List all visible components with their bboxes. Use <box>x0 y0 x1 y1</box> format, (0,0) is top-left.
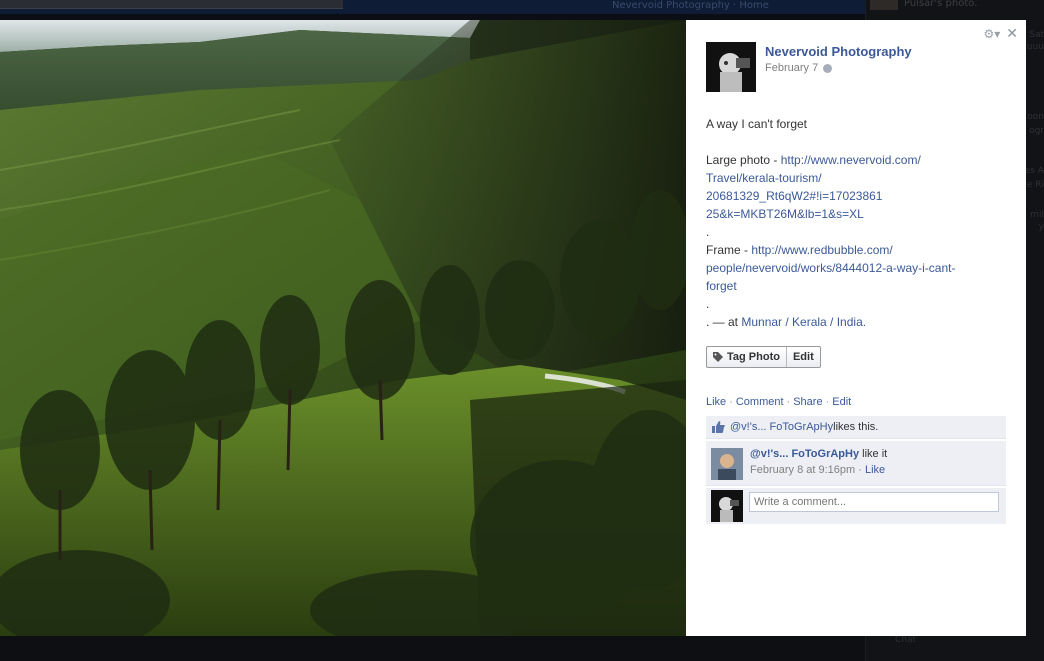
large-photo-label: Large photo - <box>706 153 781 167</box>
edit-button[interactable]: Edit <box>785 347 820 367</box>
comment-author-line: @v!'s... FoToGrApHy like it <box>750 448 887 460</box>
background-fragment: oon <box>1027 112 1044 122</box>
caption-line: 20681329_Rt6qW2#!i=17023861 <box>706 187 996 205</box>
large-photo-link-cont[interactable]: 20681329_Rt6qW2#!i=17023861 <box>706 189 882 203</box>
separator: · <box>855 464 865 476</box>
post-actions: Like · Comment · Share · Edit <box>706 396 851 408</box>
background-fragment: es A <box>1024 166 1044 176</box>
comment-meta: February 8 at 9:16pm · Like <box>750 464 885 476</box>
commenter-avatar[interactable] <box>711 448 743 480</box>
background-ticker-text: Pulsar's photo. <box>904 0 978 9</box>
background-fragment: uuu <box>1026 42 1044 52</box>
comment-text: like it <box>859 448 888 460</box>
panel-tools: ⚙▾ ✕ <box>983 26 1018 42</box>
close-icon[interactable]: ✕ <box>1006 26 1018 42</box>
background-fragment: y <box>1038 222 1044 232</box>
tag-photo-button[interactable]: Tag Photo <box>707 347 786 367</box>
comment-item: @v!'s... FoToGrApHy like it February 8 a… <box>706 441 1006 486</box>
comment-like-link[interactable]: Like <box>865 464 885 476</box>
caption-line: Travel/kerala-tourism/ <box>706 169 996 187</box>
edit-link[interactable]: Edit <box>832 396 851 408</box>
comment-input[interactable] <box>749 492 999 512</box>
landscape-photo <box>0 20 686 636</box>
photo-viewer-image[interactable] <box>0 20 686 636</box>
edit-label: Edit <box>792 351 814 363</box>
caption-title: A way I can't forget <box>706 117 808 131</box>
likes-suffix: likes this. <box>833 421 879 433</box>
caption-line: forget <box>706 277 996 295</box>
frame-label: Frame - <box>706 243 752 257</box>
share-link[interactable]: Share <box>793 396 822 408</box>
separator: · <box>729 396 733 408</box>
caption-blank <box>706 133 996 151</box>
background-fragment: mil <box>1030 210 1044 220</box>
post-date[interactable]: February 7 <box>765 62 818 74</box>
background-search-bar <box>0 0 343 9</box>
large-photo-link[interactable]: http://www.nevervoid.com/ <box>781 153 921 167</box>
location-link[interactable]: Munnar / Kerala / India. <box>741 315 866 329</box>
photo-caption: A way I can't forget Large photo - http:… <box>706 115 996 331</box>
viewer-avatar-image <box>711 490 743 522</box>
photo-detail-panel: ⚙▾ ✕ Nevervoid Photography February 7 A … <box>686 20 1026 636</box>
location-prefix: . — at <box>706 315 742 329</box>
likes-summary: @v!'s... FoToGrApHy likes this. <box>706 416 1006 439</box>
caption-frame-line: Frame - http://www.redbubble.com/ <box>706 241 996 259</box>
photo-buttons: Tag Photo Edit <box>706 346 821 368</box>
frame-link-cont[interactable]: forget <box>706 279 737 293</box>
viewer-avatar <box>711 490 743 522</box>
frame-link-cont[interactable]: people/nevervoid/works/8444012-a-way-i-c… <box>706 261 955 275</box>
background-chat-text: Chat <box>895 635 917 645</box>
tag-photo-label: Tag Photo <box>727 351 780 363</box>
post-meta: February 7 <box>765 62 833 74</box>
comment-time[interactable]: February 8 at 9:16pm <box>750 464 855 476</box>
background-fragment: e Ri <box>1026 180 1044 190</box>
caption-dot: . <box>706 297 710 311</box>
separator: · <box>786 396 791 408</box>
large-photo-link-cont[interactable]: 25&k=MKBT26M&lb=1&s=XL <box>706 207 864 221</box>
comment-author-link[interactable]: @v!'s... FoToGrApHy <box>750 448 859 460</box>
comment-link[interactable]: Comment <box>736 396 784 408</box>
separator: · <box>825 396 830 408</box>
liker-name-link[interactable]: @v!'s... FoToGrApHy <box>730 421 833 433</box>
caption-dot: . <box>706 225 710 239</box>
caption-large-line: Large photo - http://www.nevervoid.com/ <box>706 151 996 169</box>
page-avatar[interactable] <box>706 42 756 92</box>
background-fragment: Sat <box>1029 30 1044 40</box>
gear-icon[interactable]: ⚙▾ <box>983 27 1000 41</box>
avatar-image <box>706 42 756 92</box>
page-name-link[interactable]: Nevervoid Photography <box>765 44 912 59</box>
feedback-section: @v!'s... FoToGrApHy likes this. @v!'s...… <box>706 416 1006 524</box>
background-nav-text: Nevervoid Photography · Home <box>612 0 769 11</box>
thumbs-up-icon <box>712 421 725 433</box>
caption-location-line: . — at Munnar / Kerala / India. <box>706 313 996 331</box>
write-comment-row <box>706 488 1006 524</box>
tag-icon <box>713 352 723 362</box>
like-link[interactable]: Like <box>706 396 726 408</box>
background-fragment: ogr <box>1029 126 1044 136</box>
caption-line: people/nevervoid/works/8444012-a-way-i-c… <box>706 259 996 277</box>
frame-link[interactable]: http://www.redbubble.com/ <box>751 243 892 257</box>
background-bottom-bar <box>0 636 865 661</box>
globe-icon <box>823 63 833 73</box>
background-avatar <box>870 0 898 10</box>
commenter-avatar-image <box>711 448 743 480</box>
large-photo-link-cont[interactable]: Travel/kerala-tourism/ <box>706 171 822 185</box>
caption-line: 25&k=MKBT26M&lb=1&s=XL <box>706 205 996 223</box>
